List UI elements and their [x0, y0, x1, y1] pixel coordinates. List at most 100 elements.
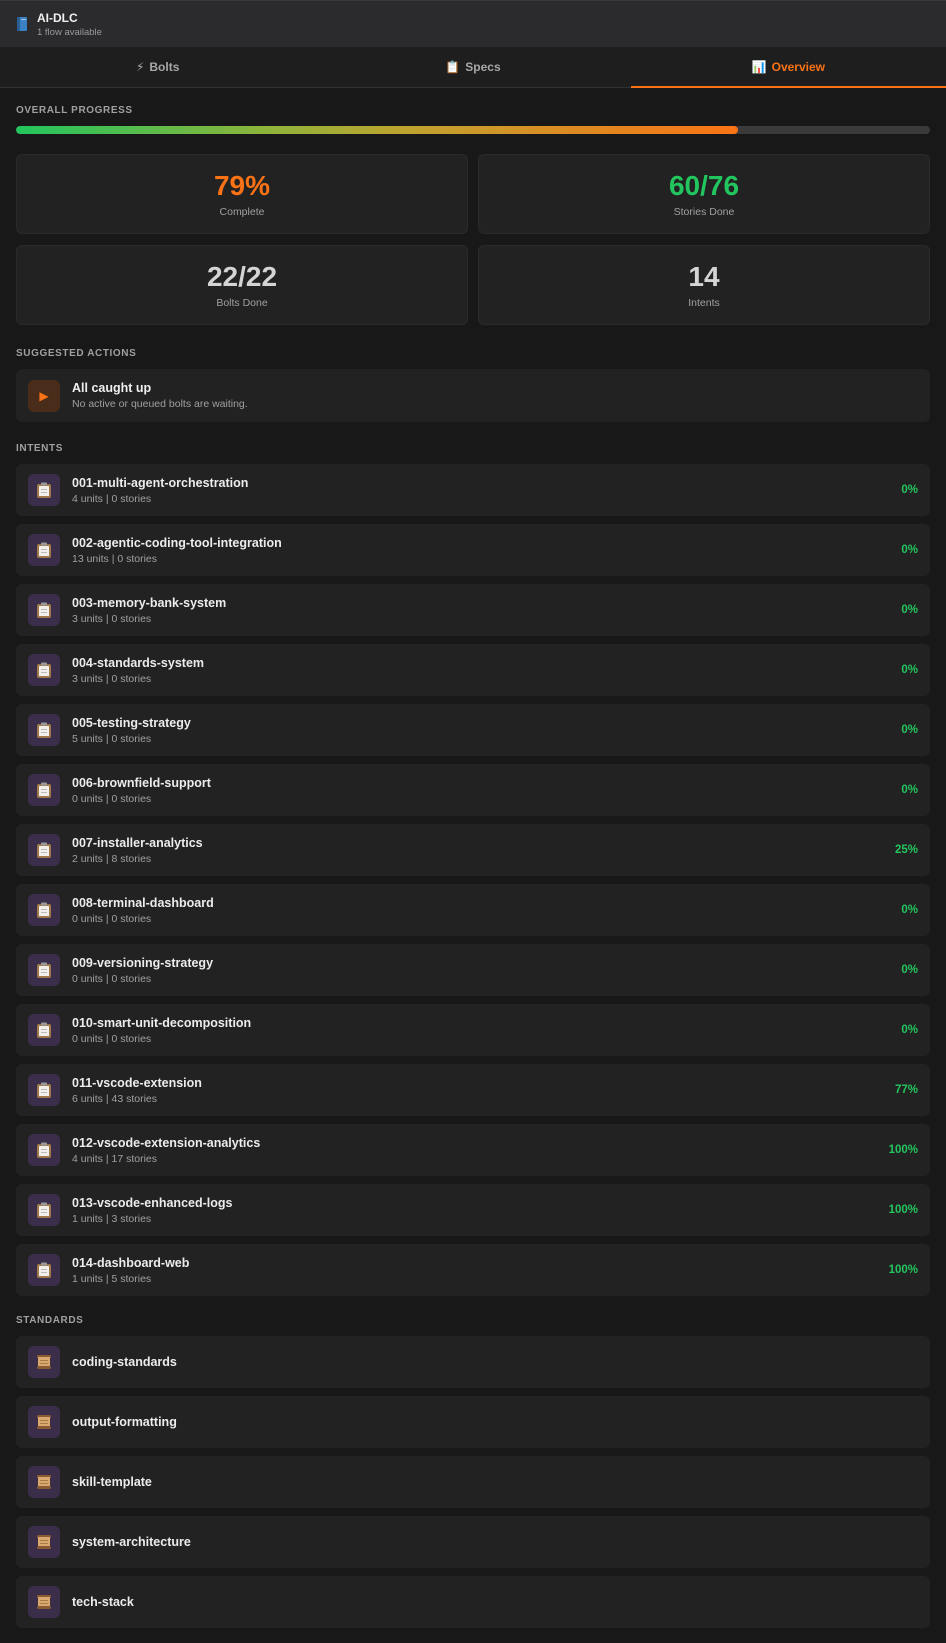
tab-bolts[interactable]: ⚡ Bolts: [0, 47, 315, 87]
stat-label: Stories Done: [673, 206, 735, 218]
intent-percent: 100%: [888, 1204, 918, 1216]
action-title: All caught up: [72, 381, 152, 395]
tab-label: Bolts: [149, 60, 180, 74]
stat-value: 79%: [213, 170, 271, 201]
suggested-action-card: ▶ All caught up No active or queued bolt…: [16, 369, 930, 422]
stat-stories-done: 60/76 Stories Done: [478, 154, 930, 234]
app-subtitle: 1 flow available: [37, 26, 102, 38]
clipboard-icon: [28, 1014, 60, 1046]
clipboard-icon: [28, 534, 60, 566]
intents-label: INTENTS: [16, 443, 63, 454]
intent-meta: 0 units | 0 stories: [72, 912, 152, 925]
standards-label: STANDARDS: [16, 1315, 84, 1326]
intent-meta: 5 units | 0 stories: [72, 732, 152, 745]
tab-label: Specs: [465, 60, 501, 74]
intent-row[interactable]: 013-vscode-enhanced-logs 1 units | 3 stor…: [16, 1184, 930, 1236]
intent-name: 001-multi-agent-orchestration: [72, 475, 249, 490]
intent-percent: 0%: [901, 1024, 918, 1036]
scroll-icon: [28, 1466, 60, 1498]
tab-label: Overview: [771, 60, 825, 74]
stat-intents: 14 Intents: [478, 245, 930, 325]
suggested-actions-label: SUGGESTED ACTIONS: [16, 348, 137, 359]
intent-name: 014-dashboard-web: [72, 1255, 190, 1270]
app-title: AI-DLC: [37, 10, 78, 25]
clipboard-icon: [28, 1194, 60, 1226]
clipboard-icon: [28, 714, 60, 746]
intent-row[interactable]: 001-multi-agent-orchestration 4 units | 0…: [16, 464, 930, 516]
standard-name: system-architecture: [72, 1535, 191, 1549]
tab-overview[interactable]: 📊 Overview: [630, 47, 946, 88]
stat-value: 14: [688, 261, 720, 292]
clipboard-icon: [28, 1074, 60, 1106]
overview-content: OVERALL PROGRESS 79% Complete 60/76 Stor…: [0, 105, 946, 1628]
intent-row[interactable]: 006-brownfield-support 0 units | 0 storie…: [16, 764, 930, 816]
intent-row[interactable]: 003-memory-bank-system 3 units | 0 storie…: [16, 584, 930, 636]
standard-name: output-formatting: [72, 1415, 177, 1429]
intent-meta: 0 units | 0 stories: [72, 1032, 152, 1045]
intent-row[interactable]: 009-versioning-strategy 0 units | 0 stori…: [16, 944, 930, 996]
intent-row[interactable]: 004-standards-system 3 units | 0 stories 0…: [16, 644, 930, 696]
intent-meta: 13 units | 0 stories: [72, 552, 158, 565]
intent-row[interactable]: 010-smart-unit-decomposition 0 units | 0 …: [16, 1004, 930, 1056]
intent-row[interactable]: 008-terminal-dashboard 0 units | 0 storie…: [16, 884, 930, 936]
intent-row[interactable]: 002-agentic-coding-tool-integration 13 un…: [16, 524, 930, 576]
standard-name: tech-stack: [72, 1595, 134, 1609]
intent-row[interactable]: 014-dashboard-web 1 units | 5 stories 100%: [16, 1244, 930, 1296]
stat-bolts-done: 22/22 Bolts Done: [16, 245, 468, 325]
intent-percent: 0%: [901, 604, 918, 616]
stat-label: Complete: [219, 206, 265, 218]
clipboard-icon: [28, 954, 60, 986]
tab-specs[interactable]: 📋 Specs: [315, 47, 630, 87]
stat-value: 60/76: [668, 170, 740, 201]
progress-fill: [16, 126, 739, 134]
standard-list: coding-standards output-formatting skill-t…: [16, 1336, 930, 1628]
intent-row[interactable]: 011-vscode-extension 6 units | 43 stories…: [16, 1064, 930, 1116]
standard-row[interactable]: coding-standards: [16, 1336, 930, 1388]
stat-label: Bolts Done: [216, 297, 268, 309]
intent-percent: 100%: [888, 1144, 918, 1156]
intent-name: 005-testing-strategy: [72, 715, 191, 730]
intent-name: 013-vscode-enhanced-logs: [72, 1195, 233, 1210]
intent-percent: 0%: [901, 964, 918, 976]
intent-percent: 77%: [894, 1084, 918, 1096]
stat-value: 22/22: [206, 261, 278, 292]
intent-meta: 4 units | 0 stories: [72, 492, 152, 505]
scroll-icon: [28, 1346, 60, 1378]
intent-meta: 1 units | 3 stories: [72, 1212, 152, 1225]
standard-row[interactable]: skill-template: [16, 1456, 930, 1508]
app-header: AI-DLC 1 flow available: [0, 0, 946, 47]
stats-grid: 79% Complete 60/76 Stories Done 22/22 Bo…: [16, 154, 930, 325]
intent-name: 008-terminal-dashboard: [72, 895, 214, 910]
scroll-icon: [28, 1406, 60, 1438]
intent-name: 003-memory-bank-system: [72, 595, 227, 610]
intent-meta: 2 units | 8 stories: [72, 852, 152, 865]
standard-row[interactable]: tech-stack: [16, 1576, 930, 1628]
standard-row[interactable]: system-architecture: [16, 1516, 930, 1568]
action-subtitle: No active or queued bolts are waiting.: [72, 398, 248, 410]
intent-name: 004-standards-system: [72, 655, 205, 670]
intent-row[interactable]: 005-testing-strategy 5 units | 0 stories 0…: [16, 704, 930, 756]
intent-percent: 100%: [888, 1264, 918, 1276]
standard-name: skill-template: [72, 1475, 152, 1489]
lightning-icon: ⚡: [135, 60, 145, 74]
standard-row[interactable]: output-formatting: [16, 1396, 930, 1448]
intent-percent: 25%: [894, 844, 918, 856]
scroll-icon: [28, 1586, 60, 1618]
progress-bar: [16, 126, 930, 134]
intent-list: 001-multi-agent-orchestration 4 units | 0…: [16, 464, 930, 1296]
intent-name: 010-smart-unit-decomposition: [72, 1015, 252, 1030]
intent-row[interactable]: 012-vscode-extension-analytics 4 units | …: [16, 1124, 930, 1176]
intent-percent: 0%: [901, 664, 918, 676]
clipboard-icon: 📋: [445, 60, 461, 74]
intent-name: 006-brownfield-support: [72, 775, 211, 790]
scroll-icon: [28, 1526, 60, 1558]
intent-meta: 0 units | 0 stories: [72, 972, 152, 985]
chart-icon: 📊: [751, 60, 767, 74]
intent-name: 002-agentic-coding-tool-integration: [72, 535, 282, 550]
intent-percent: 0%: [901, 904, 918, 916]
intent-row[interactable]: 007-installer-analytics 2 units | 8 stori…: [16, 824, 930, 876]
clipboard-icon: [28, 474, 60, 506]
intent-meta: 0 units | 0 stories: [72, 792, 152, 805]
stat-complete: 79% Complete: [16, 154, 468, 234]
intent-meta: 3 units | 0 stories: [72, 672, 152, 685]
